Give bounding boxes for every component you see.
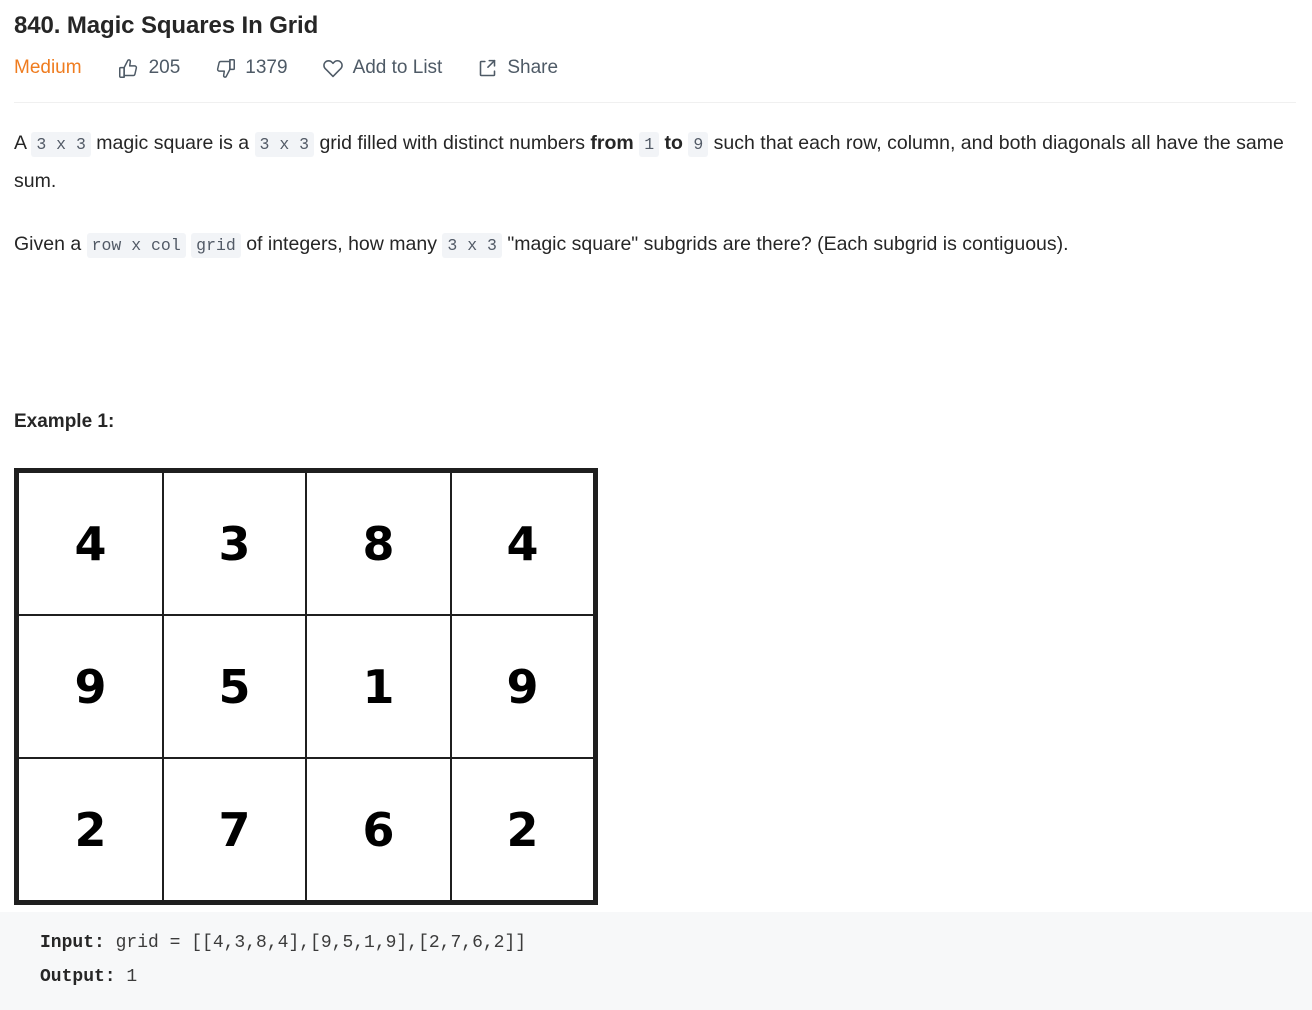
grid-cell: 8: [305, 471, 452, 616]
inline-code-3x3-b: 3 x 3: [254, 132, 315, 157]
difficulty-badge: Medium: [14, 57, 82, 78]
problem-meta-row: Medium 205 1379 Add to List Share: [0, 42, 1312, 80]
example-grid-figure: 4 3 8 4 9 5 1 9 2 7 6 2: [14, 468, 598, 905]
table-row: 4 3 8 4: [17, 471, 595, 616]
text-fragment: Given a: [14, 233, 87, 255]
add-to-list-button[interactable]: Add to List: [322, 56, 443, 80]
input-label: Input:: [40, 933, 105, 953]
bold-to: to: [664, 132, 683, 154]
share-icon: [476, 57, 498, 79]
output-label: Output:: [40, 967, 116, 987]
input-value: grid = [[4,3,8,4],[9,5,1,9],[2,7,6,2]]: [104, 933, 527, 953]
grid-cell: 4: [17, 471, 164, 616]
bold-from: from: [590, 132, 634, 154]
text-fragment: A: [14, 132, 32, 154]
like-count: 205: [148, 57, 181, 78]
inline-code-3x3-c: 3 x 3: [442, 233, 502, 258]
problem-description: A 3 x 3 magic square is a 3 x 3 grid fil…: [0, 125, 1312, 264]
inline-code-3x3-a: 3 x 3: [31, 132, 91, 157]
thumbs-down-icon: [214, 57, 236, 79]
grid-cell: 2: [17, 757, 164, 902]
grid-cell: 3: [162, 471, 307, 616]
heart-icon: [322, 57, 344, 79]
share-button[interactable]: Share: [476, 56, 558, 80]
thumbs-up-icon: [118, 57, 140, 79]
problem-page: 840. Magic Squares In Grid Medium 205 13…: [0, 0, 1312, 1010]
like-button[interactable]: 205: [118, 56, 181, 80]
table-row: 2 7 6 2: [17, 757, 595, 902]
grid-cell: 1: [305, 614, 452, 759]
output-value: 1: [115, 967, 138, 987]
grid-cell: 2: [450, 757, 595, 902]
grid-cell: 9: [450, 614, 595, 759]
grid-cell: 9: [17, 614, 164, 759]
text-fragment: grid filled with distinct numbers: [314, 132, 591, 154]
header-divider: [14, 102, 1296, 103]
description-paragraph-1: A 3 x 3 magic square is a 3 x 3 grid fil…: [14, 125, 1296, 200]
table-row: 9 5 1 9: [17, 614, 595, 759]
example-heading: Example 1:: [14, 411, 115, 432]
grid-cell: 7: [162, 757, 307, 902]
share-label: Share: [507, 57, 559, 78]
title-row: 840. Magic Squares In Grid: [0, 0, 1312, 42]
grid-cell: 6: [305, 757, 452, 902]
text-fragment: magic square is a: [90, 132, 255, 154]
example-code-block: Input: grid = [[4,3,8,4],[9,5,1,9],[2,7,…: [0, 912, 1312, 1010]
text-fragment: of integers, how many: [240, 233, 443, 255]
inline-code-row-x-col: row x col: [86, 233, 186, 258]
inline-code-grid: grid: [191, 233, 241, 258]
text-fragment: "magic square" subgrids are there? (Each…: [501, 233, 1069, 255]
example-grid-table: 4 3 8 4 9 5 1 9 2 7 6 2: [17, 471, 595, 902]
dislike-button[interactable]: 1379: [214, 56, 288, 80]
grid-cell: 5: [162, 614, 307, 759]
inline-code-nine: 9: [688, 132, 709, 157]
add-to-list-label: Add to List: [352, 57, 443, 78]
description-paragraph-2: Given a row x col grid of integers, how …: [14, 226, 1296, 264]
grid-cell: 4: [450, 471, 595, 616]
dislike-count: 1379: [245, 57, 288, 78]
inline-code-one: 1: [639, 132, 660, 157]
page-title: 840. Magic Squares In Grid: [14, 12, 319, 39]
